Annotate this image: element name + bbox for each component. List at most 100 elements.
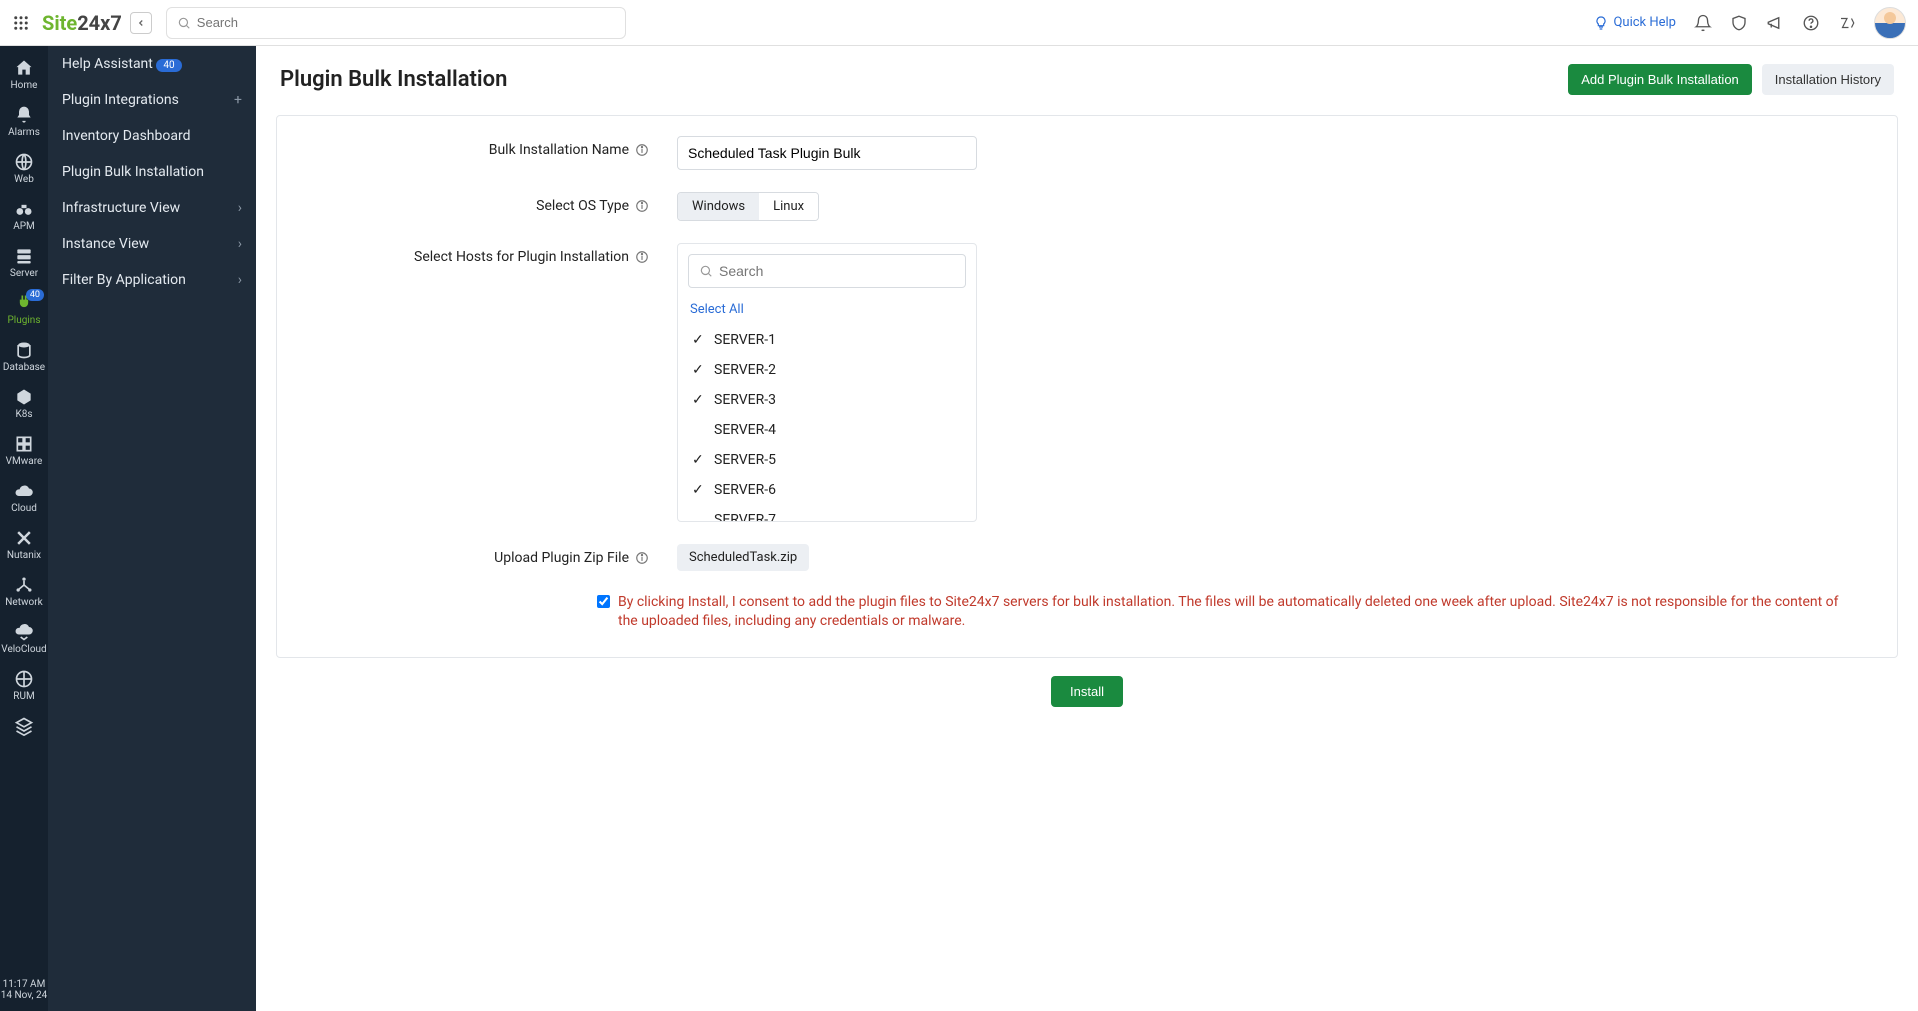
host-item[interactable]: ✓SERVER-2 — [678, 355, 976, 385]
search-icon — [177, 16, 191, 30]
bell-icon[interactable] — [1694, 14, 1712, 32]
host-item[interactable]: ✓SERVER-6 — [678, 475, 976, 505]
consent-text: By clicking Install, I consent to add th… — [618, 593, 1857, 631]
rail-cloud[interactable]: Cloud — [0, 475, 48, 522]
rail-label: RUM — [13, 691, 34, 702]
sidebar-filter-by-application[interactable]: Filter By Application› — [48, 262, 256, 298]
megaphone-icon[interactable] — [1766, 14, 1784, 32]
host-item[interactable]: ✓SERVER-7 — [678, 505, 976, 521]
rail-home[interactable]: Home — [0, 52, 48, 99]
quick-help-link[interactable]: Quick Help — [1593, 15, 1676, 31]
network-icon — [14, 575, 34, 595]
app-grid-icon[interactable] — [12, 14, 30, 32]
host-item[interactable]: ✓ SERVER-3 — [678, 385, 976, 415]
info-icon[interactable] — [635, 199, 649, 213]
k8s-icon — [14, 387, 34, 407]
logo-24x7: 24x7 — [77, 11, 122, 35]
sidebar-item-label: Infrastructure View — [62, 200, 180, 216]
installation-name-input[interactable] — [677, 136, 977, 170]
logo[interactable]: Site24x7 — [42, 11, 122, 35]
check-icon: ✓ — [692, 452, 706, 468]
rail-label: VMware — [6, 456, 43, 467]
host-search[interactable] — [688, 254, 966, 288]
rail-badge: 40 — [26, 289, 44, 301]
page-actions: Add Plugin Bulk Installation Installatio… — [1568, 64, 1894, 95]
sidebar-badge: 40 — [156, 59, 181, 72]
info-icon[interactable] — [635, 250, 649, 264]
sidebar-instance-view[interactable]: Instance View› — [48, 226, 256, 262]
sidebar-infrastructure-view[interactable]: Infrastructure View› — [48, 190, 256, 226]
rail-plugins[interactable]: 40 Plugins — [0, 287, 48, 334]
home-icon — [14, 58, 34, 78]
rail-alarms[interactable]: Alarms — [0, 99, 48, 146]
bell-icon — [14, 105, 34, 125]
rail-more[interactable] — [0, 710, 48, 746]
binoculars-icon — [14, 199, 34, 219]
host-item[interactable]: ✓SERVER-4 — [678, 415, 976, 445]
host-item[interactable]: ✓SERVER-5 — [678, 445, 976, 475]
top-header: Site24x7 Quick Help — [0, 0, 1918, 46]
rail-label: Nutanix — [7, 550, 41, 561]
select-all-link[interactable]: Select All — [678, 298, 976, 325]
os-windows-toggle[interactable]: Windows — [678, 193, 759, 220]
install-button[interactable]: Install — [1051, 676, 1123, 707]
header-right: Quick Help — [1593, 7, 1906, 39]
check-icon: ✓ — [692, 332, 706, 348]
icon-rail: Home Alarms Web APM Server 40 Plugins Dat… — [0, 46, 48, 1011]
host-item[interactable]: ✓ SERVER-1 — [678, 325, 976, 355]
host-name: SERVER-1 — [714, 332, 776, 348]
sidebar-inventory-dashboard[interactable]: Inventory Dashboard — [48, 118, 256, 154]
rail-nutanix[interactable]: Nutanix — [0, 522, 48, 569]
sidebar-item-label: Help Assistant — [62, 56, 153, 72]
sidebar-collapse-button[interactable] — [130, 12, 152, 34]
rail-label: Plugins — [8, 315, 41, 326]
check-icon: ✓ — [692, 392, 706, 408]
shield-icon[interactable] — [1730, 14, 1748, 32]
row-hosts: Select Hosts for Plugin Installation Sel… — [297, 243, 1877, 522]
sidebar-item-label: Plugin Bulk Installation — [62, 164, 204, 180]
host-list[interactable]: ✓SERVER-1✓SERVER-2✓SERVER-3✓SERVER-4✓SER… — [678, 325, 976, 521]
rail-vmware[interactable]: VMware — [0, 428, 48, 475]
global-search[interactable] — [166, 7, 626, 39]
layers-icon — [14, 716, 34, 736]
rail-network[interactable]: Network — [0, 569, 48, 616]
zia-icon[interactable] — [1838, 14, 1856, 32]
rail-label: Network — [5, 597, 42, 608]
rail-apm[interactable]: APM — [0, 193, 48, 240]
check-icon: ✓ — [692, 482, 706, 498]
label-os-type: Select OS Type — [297, 192, 677, 214]
label-upload: Upload Plugin Zip File — [297, 544, 677, 566]
rail-database[interactable]: Database — [0, 334, 48, 381]
host-name: SERVER-3 — [714, 392, 776, 408]
uploaded-file-chip[interactable]: ScheduledTask.zip — [677, 544, 809, 571]
consent-checkbox[interactable] — [597, 595, 610, 608]
installation-history-button[interactable]: Installation History — [1762, 64, 1894, 95]
globe-icon — [14, 152, 34, 172]
global-search-input[interactable] — [197, 15, 615, 30]
rail-server[interactable]: Server — [0, 240, 48, 287]
sidebar-plugin-bulk-installation[interactable]: Plugin Bulk Installation — [48, 154, 256, 190]
info-icon[interactable] — [635, 143, 649, 157]
host-search-input[interactable] — [719, 263, 955, 279]
page-title: Plugin Bulk Installation — [280, 67, 507, 92]
help-icon[interactable] — [1802, 14, 1820, 32]
rail-velocloud[interactable]: VeloCloud — [0, 616, 48, 663]
plus-icon[interactable]: + — [234, 92, 242, 108]
info-icon[interactable] — [635, 551, 649, 565]
sidebar-plugin-integrations[interactable]: Plugin Integrations+ — [48, 82, 256, 118]
sidebar-help-assistant[interactable]: Help Assistant 40 — [48, 46, 256, 82]
host-name: SERVER-4 — [714, 422, 776, 438]
vmware-icon — [14, 434, 34, 454]
main-content: Plugin Bulk Installation Add Plugin Bulk… — [256, 46, 1918, 1011]
user-avatar[interactable] — [1874, 7, 1906, 39]
footer-time: 11:17 AM — [0, 979, 48, 990]
row-installation-name: Bulk Installation Name — [297, 136, 1877, 170]
sub-sidebar: Help Assistant 40 Plugin Integrations+ I… — [48, 46, 256, 1011]
rail-web[interactable]: Web — [0, 146, 48, 193]
rail-k8s[interactable]: K8s — [0, 381, 48, 428]
rail-rum[interactable]: RUM — [0, 663, 48, 710]
form-card: Bulk Installation Name Select OS Type Wi… — [276, 115, 1898, 658]
add-plugin-bulk-button[interactable]: Add Plugin Bulk Installation — [1568, 64, 1752, 95]
rail-label: Home — [11, 80, 38, 91]
os-linux-toggle[interactable]: Linux — [759, 193, 818, 220]
